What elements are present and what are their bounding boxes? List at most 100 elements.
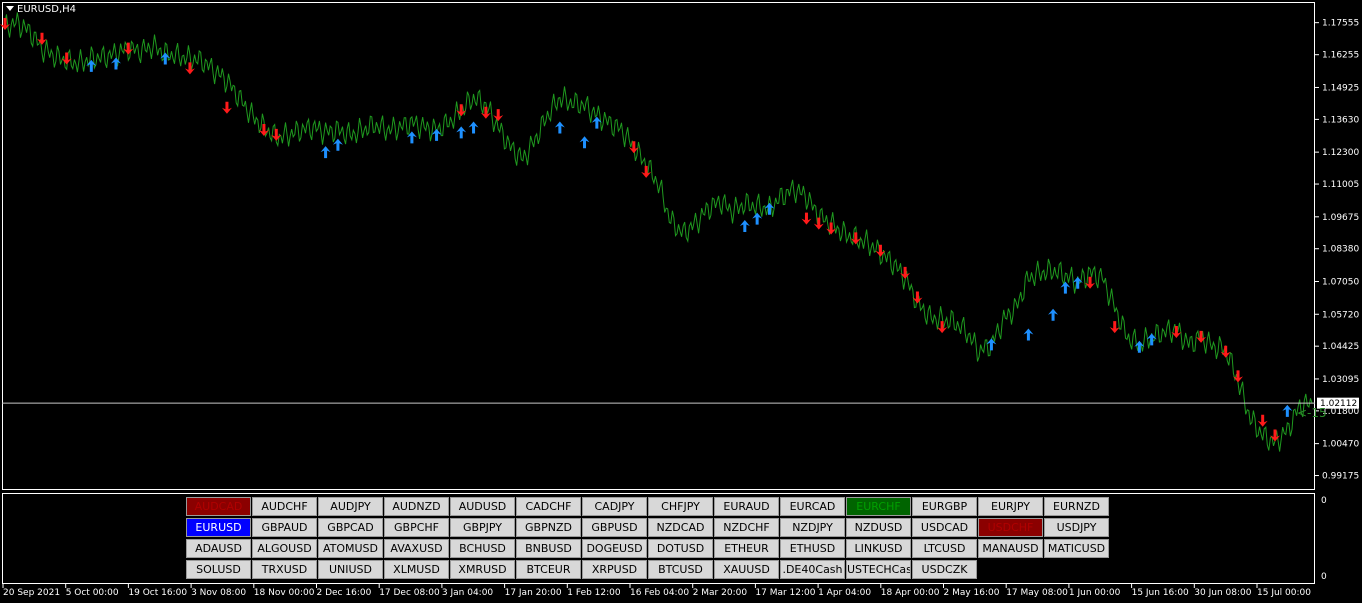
subwindow-axis-top: 0 — [1321, 496, 1327, 506]
price-tick-label: 1.13630 — [1322, 115, 1359, 125]
time-tick-label: 5 Oct 00:00 — [66, 588, 119, 598]
dropdown-triangle-icon — [6, 6, 14, 11]
symbol-button-nzdcad[interactable]: NZDCAD — [648, 518, 713, 537]
symbol-button-nzdjpy[interactable]: NZDJPY — [780, 518, 845, 537]
subwindow-axis-bottom: 0 — [1321, 572, 1327, 582]
chart-title[interactable]: EURUSD,H4 — [6, 4, 76, 15]
symbol-button-audcad[interactable]: AUDCAD — [186, 497, 251, 516]
symbol-button-eurcad[interactable]: EURCAD — [780, 497, 845, 516]
symbol-button-ethusd[interactable]: ETHUSD — [780, 539, 845, 558]
buy-arrow-icon — [1023, 328, 1034, 341]
price-tick-label: 1.07050 — [1322, 277, 1359, 287]
sell-arrow-icon — [1270, 429, 1281, 442]
symbol-button-adausd[interactable]: ADAUSD — [186, 539, 251, 558]
symbol-button-usdcad[interactable]: USDCAD — [912, 518, 977, 537]
symbol-button-chfjpy[interactable]: CHFJPY — [648, 497, 713, 516]
time-tick-label: 15 Jun 16:00 — [1132, 588, 1189, 598]
sell-arrow-icon — [1085, 276, 1096, 289]
symbol-button-usdchf[interactable]: USDCHF — [978, 518, 1043, 537]
symbol-button-atomusd[interactable]: ATOMUSD — [318, 539, 383, 558]
buy-arrow-icon — [406, 131, 417, 144]
price-tick-label: 1.00470 — [1322, 440, 1359, 450]
time-tick-label: 17 May 08:00 — [1006, 588, 1068, 598]
symbol-button-euraud[interactable]: EURAUD — [714, 497, 779, 516]
symbol-button-xmrusd[interactable]: XMRUSD — [450, 560, 515, 579]
price-tick-label: 1.05720 — [1322, 310, 1359, 320]
symbol-button-eurjpy[interactable]: EURJPY — [978, 497, 1043, 516]
price-tick-label: 1.17555 — [1322, 19, 1359, 29]
symbol-button-audjpy[interactable]: AUDJPY — [318, 497, 383, 516]
symbol-button-gbpchf[interactable]: GBPCHF — [384, 518, 449, 537]
time-tick-label: 17 Mar 12:00 — [755, 588, 815, 598]
time-tick-label: 1 Apr 04:00 — [818, 588, 871, 598]
buy-arrow-icon — [739, 220, 750, 233]
symbol-button-usdjpy[interactable]: USDJPY — [1044, 518, 1109, 537]
symbol-button-manausd[interactable]: MANAUSD — [978, 539, 1043, 558]
symbol-button-eurusd[interactable]: EURUSD — [186, 518, 251, 537]
time-tick-label: 3 Jan 04:00 — [442, 588, 494, 598]
symbol-button-nzdchf[interactable]: NZDCHF — [714, 518, 779, 537]
time-tick-label: 18 Apr 00:00 — [881, 588, 940, 598]
symbol-button-linkusd[interactable]: LINKUSD — [846, 539, 911, 558]
time-tick-label: 3 Nov 08:00 — [191, 588, 246, 598]
symbol-button-dotusd[interactable]: DOTUSD — [648, 539, 713, 558]
price-line — [4, 12, 1313, 452]
time-tick-label: 2 May 16:00 — [944, 588, 1000, 598]
sell-arrow-icon — [813, 217, 824, 230]
symbol-button-dogeusd[interactable]: DOGEUSD — [582, 539, 647, 558]
sell-arrow-icon — [493, 109, 504, 122]
signal-arrows — [0, 18, 1293, 442]
price-tick-label: 1.12300 — [1322, 148, 1359, 158]
price-tick-label: 1.14925 — [1322, 83, 1359, 93]
current-price-marker: <-15 — [1297, 406, 1327, 420]
symbol-button-nzdusd[interactable]: NZDUSD — [846, 518, 911, 537]
symbol-button-gbpaud[interactable]: GBPAUD — [252, 518, 317, 537]
price-series — [4, 12, 1313, 452]
symbol-button-bnbusd[interactable]: BNBUSD — [516, 539, 581, 558]
symbol-button-xlmusd[interactable]: XLMUSD — [384, 560, 449, 579]
symbol-button-maticusd[interactable]: MATICUSD — [1044, 539, 1109, 558]
sell-arrow-icon — [1257, 414, 1268, 427]
symbol-button-algousd[interactable]: ALGOUSD — [252, 539, 317, 558]
symbol-button-eurchf[interactable]: EURCHF — [846, 497, 911, 516]
symbol-button-audchf[interactable]: AUDCHF — [252, 497, 317, 516]
symbol-button-cadjpy[interactable]: CADJPY — [582, 497, 647, 516]
symbol-button-xrpusd[interactable]: XRPUSD — [582, 560, 647, 579]
symbol-button-de40cash[interactable]: .DE40Cash — [780, 560, 845, 579]
price-tick-label: 1.09675 — [1322, 213, 1359, 223]
symbol-button-eurgbp[interactable]: EURGBP — [912, 497, 977, 516]
symbol-button-btcusd[interactable]: BTCUSD — [648, 560, 713, 579]
symbol-button-audusd[interactable]: AUDUSD — [450, 497, 515, 516]
time-tick-label: 2 Dec 16:00 — [317, 588, 372, 598]
symbol-button-cadchf[interactable]: CADCHF — [516, 497, 581, 516]
symbol-button-uniusd[interactable]: UNIUSD — [318, 560, 383, 579]
main-chart-frame — [2, 2, 1315, 490]
symbol-button-trxusd[interactable]: TRXUSD — [252, 560, 317, 579]
symbol-button-usdczk[interactable]: USDCZK — [912, 560, 977, 579]
time-tick-label: 18 Nov 00:00 — [254, 588, 315, 598]
symbol-button-xauusd[interactable]: XAUUSD — [714, 560, 779, 579]
buy-arrow-icon — [1060, 281, 1071, 294]
symbol-button-etheur[interactable]: ETHEUR — [714, 539, 779, 558]
symbol-button-gbpcad[interactable]: GBPCAD — [318, 518, 383, 537]
time-tick-label: 19 Oct 16:00 — [128, 588, 187, 598]
sell-arrow-icon — [184, 62, 195, 75]
symbol-button-eurnzd[interactable]: EURNZD — [1044, 497, 1109, 516]
price-tick-label: 1.08380 — [1322, 245, 1359, 255]
symbol-button-audnzd[interactable]: AUDNZD — [384, 497, 449, 516]
symbol-button-gbpnzd[interactable]: GBPNZD — [516, 518, 581, 537]
time-tick-label: 16 Feb 04:00 — [630, 588, 689, 598]
symbol-button-avaxusd[interactable]: AVAXUSD — [384, 539, 449, 558]
symbol-button-bchusd[interactable]: BCHUSD — [450, 539, 515, 558]
symbol-button-btceur[interactable]: BTCEUR — [516, 560, 581, 579]
symbol-button-solusd[interactable]: SOLUSD — [186, 560, 251, 579]
symbol-button-ltcusd[interactable]: LTCUSD — [912, 539, 977, 558]
symbol-button-gbpjpy[interactable]: GBPJPY — [450, 518, 515, 537]
price-tick-label: 1.03095 — [1322, 375, 1359, 385]
sell-arrow-icon — [221, 101, 232, 114]
sell-arrow-icon — [36, 32, 47, 45]
symbol-button-gbpusd[interactable]: GBPUSD — [582, 518, 647, 537]
symbol-button-ustechcash[interactable]: USTECHCash — [846, 560, 911, 579]
sell-arrow-icon — [1109, 321, 1120, 334]
time-tick-label: 20 Sep 2021 — [3, 588, 60, 598]
